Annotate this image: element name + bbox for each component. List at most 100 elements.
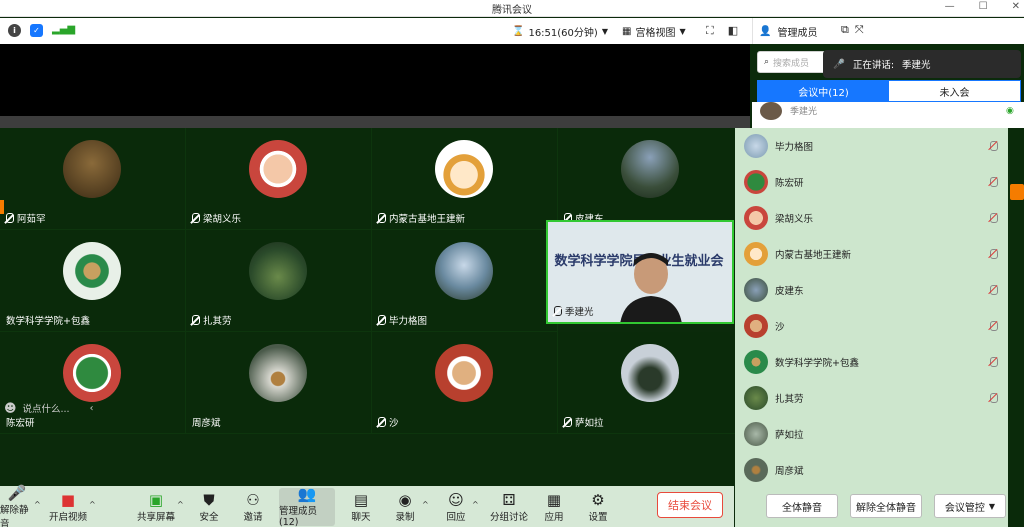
info-icon[interactable]: i <box>8 24 21 37</box>
grid-view-button[interactable]: ▦ 宫格视图 ▼ <box>622 24 686 39</box>
chat-button[interactable]: ▤ 聊天 <box>346 488 376 526</box>
chevron-up-icon[interactable]: ^ <box>177 500 184 509</box>
shield-icon[interactable]: ✓ <box>30 24 43 37</box>
member-row[interactable]: 梁胡义乐 <box>735 200 1008 236</box>
mic-muted-icon[interactable] <box>990 285 998 295</box>
close-icon[interactable]: ✕ <box>1012 1 1020 12</box>
shield-icon: ⛊ <box>203 490 215 509</box>
collapse-icon[interactable]: ‹ <box>90 403 94 414</box>
member-row[interactable]: 萨如拉 <box>735 416 1008 452</box>
popout-icon[interactable]: ⧉ <box>841 23 849 37</box>
mic-muted-icon[interactable] <box>990 357 998 367</box>
video-tile[interactable]: 数学科学学院+包鑫 <box>0 230 186 332</box>
apps-icon: ▦ <box>546 490 562 509</box>
chevron-up-icon[interactable]: ^ <box>422 500 429 509</box>
orange-marker <box>1010 184 1024 200</box>
search-icon: ⌕ <box>764 57 770 67</box>
mic-muted-icon[interactable] <box>990 213 998 223</box>
video-tile[interactable]: 内蒙古基地王建新 <box>372 128 558 230</box>
maximize-icon[interactable]: ☐ <box>979 1 988 12</box>
member-row[interactable]: 数学科学学院+包鑫 <box>735 344 1008 380</box>
meeting-timer[interactable]: ⌛ 16:51(60分钟) ▼ <box>512 24 608 39</box>
mic-muted-icon[interactable] <box>990 177 998 187</box>
end-meeting-button[interactable]: 结束会议 <box>657 492 723 518</box>
mute-button[interactable]: 🎤 解除静音 <box>0 484 34 527</box>
video-tile[interactable]: 毕力格图 <box>372 230 558 332</box>
chevron-down-icon: ▼ <box>988 501 996 511</box>
share-screen-button[interactable]: ▣ 共享屏幕 <box>134 488 178 526</box>
breakout-button[interactable]: ⚃ 分组讨论 <box>487 488 531 526</box>
side-edge <box>1008 128 1024 527</box>
video-tile[interactable]: 周彦斌 <box>186 332 372 434</box>
sidebar-toggle-icon[interactable]: ◧ <box>728 24 738 38</box>
chevron-up-icon[interactable]: ^ <box>34 500 41 509</box>
breakout-label: 分组讨论 <box>489 511 528 523</box>
chevron-up-icon[interactable]: ^ <box>472 500 479 509</box>
avatar <box>744 206 768 230</box>
timer-text: 16:51(60分钟) <box>528 28 598 39</box>
avatar <box>744 350 768 374</box>
participant-name: 阿茹罕 <box>17 214 46 225</box>
member-name: 萨如拉 <box>775 430 804 441</box>
member-row[interactable]: 沙 <box>735 308 1008 344</box>
avatar <box>744 314 768 338</box>
member-name: 梁胡义乐 <box>775 214 814 225</box>
emoji-icon[interactable]: ☻ <box>4 401 17 415</box>
video-tile[interactable]: 梁胡义乐 <box>186 128 372 230</box>
chevron-up-icon[interactable]: ^ <box>89 500 96 509</box>
mic-muted-icon[interactable] <box>990 141 998 151</box>
manage-members-button[interactable]: 👥 管理成员(12) <box>279 486 335 527</box>
settings-button[interactable]: ⚙ 设置 <box>583 488 613 526</box>
members-panel-header: 👤 管理成员 ⧉ ⤧ <box>752 18 1024 44</box>
video-tile[interactable]: 阿茹罕 <box>0 128 186 230</box>
active-speaker-tile[interactable]: 数学科学学院届毕业生就业会 季建光 <box>546 220 734 324</box>
member-row[interactable]: 内蒙古基地王建新 <box>735 236 1008 272</box>
window-title: 腾讯会议 <box>492 5 532 16</box>
chevron-down-icon: ▼ <box>601 27 608 36</box>
member-row[interactable]: 毕力格图 <box>735 128 1008 164</box>
avatar <box>435 344 493 402</box>
video-tile[interactable]: 皮建东 <box>558 128 744 230</box>
member-row[interactable]: 周彦斌 <box>735 452 1008 488</box>
record-button[interactable]: ◉ 录制 <box>390 488 420 526</box>
video-grid: 阿茹罕 梁胡义乐 内蒙古基地王建新 皮建东 数学科学学院+包鑫 扎其劳 毕力格图… <box>0 128 744 434</box>
orange-marker <box>0 200 4 214</box>
controls-label: 会议管控 <box>944 502 985 514</box>
video-button[interactable]: ■ 开启视频 <box>48 488 88 526</box>
panel-title: 管理成员 <box>777 28 818 39</box>
video-tile[interactable]: 萨如拉 <box>558 332 744 434</box>
avatar <box>744 134 768 158</box>
fullscreen-icon[interactable]: ⛶ <box>706 24 714 38</box>
mic-muted-icon[interactable] <box>990 393 998 403</box>
minimize-icon[interactable]: — <box>945 1 955 12</box>
mute-all-button[interactable]: 全体静音 <box>766 494 838 518</box>
member-row[interactable]: 皮建东 <box>735 272 1008 308</box>
video-tile[interactable]: 陈宏研 <box>0 332 186 434</box>
react-button[interactable]: ☺ 回应 <box>441 488 471 526</box>
apps-button[interactable]: ▦ 应用 <box>539 488 569 526</box>
member-search-input[interactable]: ⌕ 搜索成员 <box>757 51 827 73</box>
meeting-controls-button[interactable]: 会议管控 ▼ <box>934 494 1006 518</box>
search-placeholder: 搜索成员 <box>773 58 810 69</box>
mic-muted-icon[interactable] <box>990 249 998 259</box>
avatar <box>249 140 307 198</box>
tab-not-joined[interactable]: 未入会 <box>889 81 1020 101</box>
tab-in-meeting[interactable]: 会议中(12) <box>758 81 889 101</box>
signal-icon[interactable]: ▂▄▆ <box>52 24 75 37</box>
participant-name: 毕力格图 <box>389 316 428 327</box>
chat-quick-input[interactable]: ☻ 说点什么... ‹ <box>0 398 112 418</box>
security-label: 安全 <box>199 511 219 523</box>
settings-label: 设置 <box>588 511 608 523</box>
avatar <box>621 344 679 402</box>
video-label: 开启视频 <box>48 511 87 523</box>
member-row[interactable]: 陈宏研 <box>735 164 1008 200</box>
mic-muted-icon[interactable] <box>990 321 998 331</box>
member-row[interactable]: 季建光 ◉ <box>752 102 1024 128</box>
video-tile[interactable]: 沙 <box>372 332 558 434</box>
member-row[interactable]: 扎其劳 <box>735 380 1008 416</box>
unmute-all-button[interactable]: 解除全体静音 <box>850 494 922 518</box>
security-button[interactable]: ⛊ 安全 <box>194 488 224 526</box>
video-tile[interactable]: 扎其劳 <box>186 230 372 332</box>
invite-button[interactable]: ⚇ 邀请 <box>238 488 268 526</box>
unpin-icon[interactable]: ⤧ <box>855 23 864 37</box>
